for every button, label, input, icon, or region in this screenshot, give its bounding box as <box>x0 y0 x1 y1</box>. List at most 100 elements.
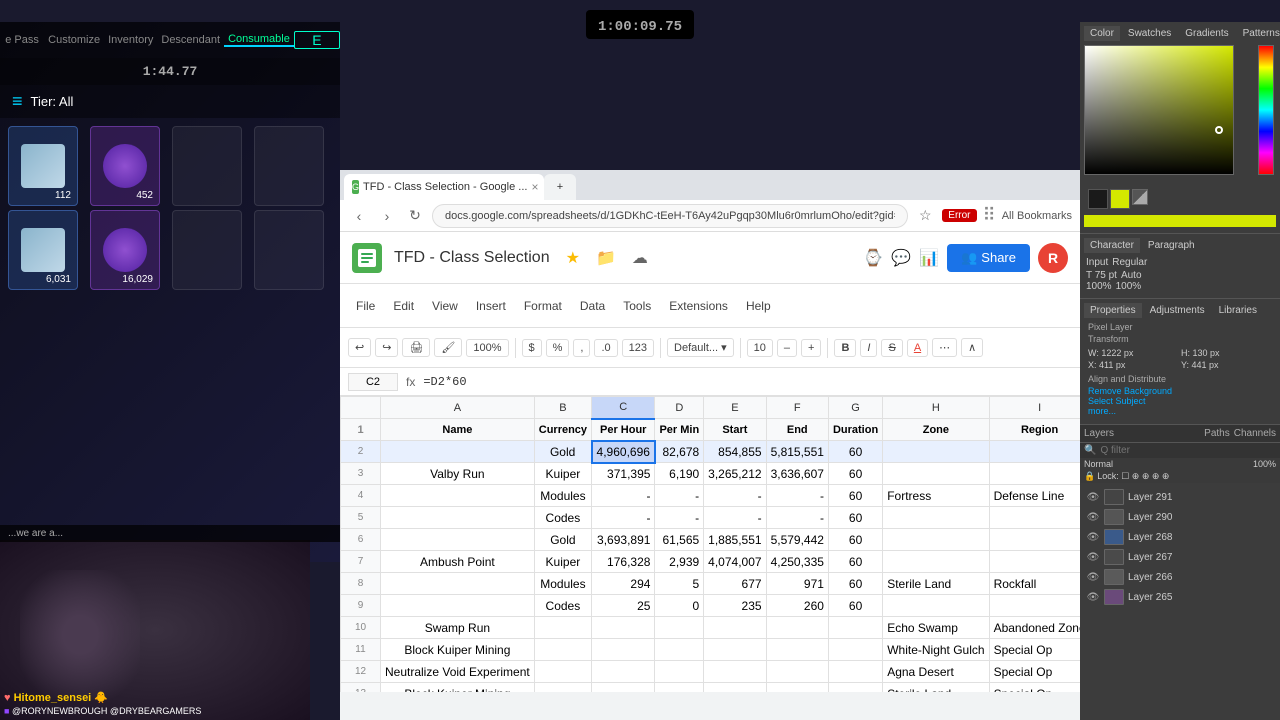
decimal-dec-button[interactable]: .0 <box>594 339 617 357</box>
row-11-start[interactable] <box>704 639 766 661</box>
menu-format[interactable]: Format <box>516 295 570 317</box>
zoom-display[interactable]: 100% <box>466 339 508 357</box>
collapse-toolbar-button[interactable]: ∧ <box>961 338 983 357</box>
row-10-name[interactable]: Swamp Run <box>381 617 535 639</box>
row-5-end[interactable]: - <box>766 507 828 529</box>
row-4-zone[interactable]: Fortress <box>883 485 989 507</box>
row-10-end[interactable] <box>766 617 828 639</box>
currency-button[interactable]: $ <box>522 339 542 357</box>
sheet-table-wrapper[interactable]: A B C D E F G H I J 1 Name Currenc <box>340 396 1080 692</box>
strikethrough-button[interactable]: S <box>881 339 902 357</box>
menu-tools[interactable]: Tools <box>615 295 659 317</box>
row-10-permin[interactable] <box>655 617 704 639</box>
row-10-zone[interactable]: Echo Swamp <box>883 617 989 639</box>
back-button[interactable]: ‹ <box>348 205 370 227</box>
row-12-duration[interactable] <box>828 661 882 683</box>
extensions-icon[interactable]: ⠿ <box>983 205 996 226</box>
menu-file[interactable]: File <box>348 295 383 317</box>
url-input[interactable] <box>432 204 908 228</box>
row-10-duration[interactable] <box>828 617 882 639</box>
row-10-currency[interactable] <box>534 617 591 639</box>
row-12-perhour[interactable] <box>592 661 655 683</box>
color-gradient-box[interactable] <box>1084 45 1234 175</box>
row-5-permin[interactable]: - <box>655 507 704 529</box>
col-f-header[interactable]: F <box>766 397 828 419</box>
ps-eye-266[interactable]: 👁 <box>1086 572 1100 583</box>
row-8-start[interactable]: 677 <box>704 573 766 595</box>
row-4-perhour[interactable]: - <box>592 485 655 507</box>
row-13-permin[interactable] <box>655 683 704 693</box>
cell-reference[interactable] <box>348 373 398 391</box>
row-4-duration[interactable]: 60 <box>828 485 882 507</box>
ps-swatches-tab[interactable]: Swatches <box>1122 26 1177 41</box>
bold-button[interactable]: B <box>834 339 856 357</box>
folder-icon[interactable]: 📁 <box>596 248 616 268</box>
row-2-region[interactable] <box>989 441 1080 463</box>
italic-button[interactable]: I <box>860 339 877 357</box>
row-5-name[interactable] <box>381 507 535 529</box>
ps-paths-label[interactable]: Paths <box>1204 428 1230 439</box>
col-d-header[interactable]: D <box>655 397 704 419</box>
row-11-name[interactable]: Block Kuiper Mining <box>381 639 535 661</box>
browser-tab-new[interactable]: + <box>544 174 576 200</box>
ps-eye-291[interactable]: 👁 <box>1086 492 1100 503</box>
redo-button[interactable]: ↪ <box>375 338 398 357</box>
ps-layer-266[interactable]: 👁 Layer 266 <box>1084 567 1276 587</box>
row-11-permin[interactable] <box>655 639 704 661</box>
row-6-name[interactable] <box>381 529 535 551</box>
row-9-currency[interactable]: Codes <box>534 595 591 617</box>
star-icon[interactable]: ★ <box>566 248 580 268</box>
inv-item-1[interactable]: 112 <box>8 126 78 206</box>
row-3-permin[interactable]: 6,190 <box>655 463 704 485</box>
row-5-region[interactable] <box>989 507 1080 529</box>
row-12-zone[interactable]: Agna Desert <box>883 661 989 683</box>
row-6-start[interactable]: 1,885,551 <box>704 529 766 551</box>
browser-tab-sheets[interactable]: G TFD - Class Selection - Google ... × <box>344 174 544 200</box>
row-8-zone[interactable]: Sterile Land <box>883 573 989 595</box>
font-selector[interactable]: Default... ▾ <box>667 338 734 357</box>
row-12-name[interactable]: Neutralize Void Experiment <box>381 661 535 683</box>
row-5-currency[interactable]: Codes <box>534 507 591 529</box>
reload-button[interactable]: ↻ <box>404 205 426 227</box>
row-2-duration[interactable]: 60 <box>828 441 882 463</box>
inv-item-5[interactable]: 6,031 <box>8 210 78 290</box>
row-3-perhour[interactable]: 371,395 <box>592 463 655 485</box>
row-9-end[interactable]: 260 <box>766 595 828 617</box>
row-12-start[interactable] <box>704 661 766 683</box>
row-12-region[interactable]: Special Op <box>989 661 1080 683</box>
ps-layer-291[interactable]: 👁 Layer 291 <box>1084 487 1276 507</box>
menu-extensions[interactable]: Extensions <box>661 295 736 317</box>
row-7-start[interactable]: 4,074,007 <box>704 551 766 573</box>
ps-patterns-tab[interactable]: Patterns <box>1237 26 1280 41</box>
row-7-region[interactable] <box>989 551 1080 573</box>
col-b-header[interactable]: B <box>534 397 591 419</box>
decimal-button[interactable]: , <box>573 339 590 357</box>
row-9-duration[interactable]: 60 <box>828 595 882 617</box>
row-2-name[interactable] <box>381 441 535 463</box>
menu-insert[interactable]: Insert <box>468 295 514 317</box>
row-5-start[interactable]: - <box>704 507 766 529</box>
ps-layer-265[interactable]: 👁 Layer 265 <box>1084 587 1276 607</box>
row-3-name[interactable]: Valby Run <box>381 463 535 485</box>
inv-item-4[interactable] <box>254 126 324 206</box>
font-size[interactable]: 10 <box>747 339 773 357</box>
row-7-currency[interactable]: Kuiper <box>534 551 591 573</box>
font-size-inc[interactable]: + <box>801 339 821 357</box>
row-4-start[interactable]: - <box>704 485 766 507</box>
row-12-end[interactable] <box>766 661 828 683</box>
menu-edit[interactable]: Edit <box>385 295 422 317</box>
row-10-perhour[interactable] <box>592 617 655 639</box>
row-9-permin[interactable]: 0 <box>655 595 704 617</box>
row-12-permin[interactable] <box>655 661 704 683</box>
row-2-zone[interactable] <box>883 441 989 463</box>
ps-layer-267[interactable]: 👁 Layer 267 <box>1084 547 1276 567</box>
row-13-name[interactable]: Block Kuiper Mining <box>381 683 535 693</box>
row-11-zone[interactable]: White-Night Gulch <box>883 639 989 661</box>
tab-descendant[interactable]: Descendant <box>157 34 224 46</box>
row-11-region[interactable]: Special Op <box>989 639 1080 661</box>
swatch-yellow-green[interactable] <box>1110 189 1130 209</box>
row-11-perhour[interactable] <box>592 639 655 661</box>
row-12-currency[interactable] <box>534 661 591 683</box>
row-10-start[interactable] <box>704 617 766 639</box>
inv-item-6[interactable]: 16,029 <box>90 210 160 290</box>
